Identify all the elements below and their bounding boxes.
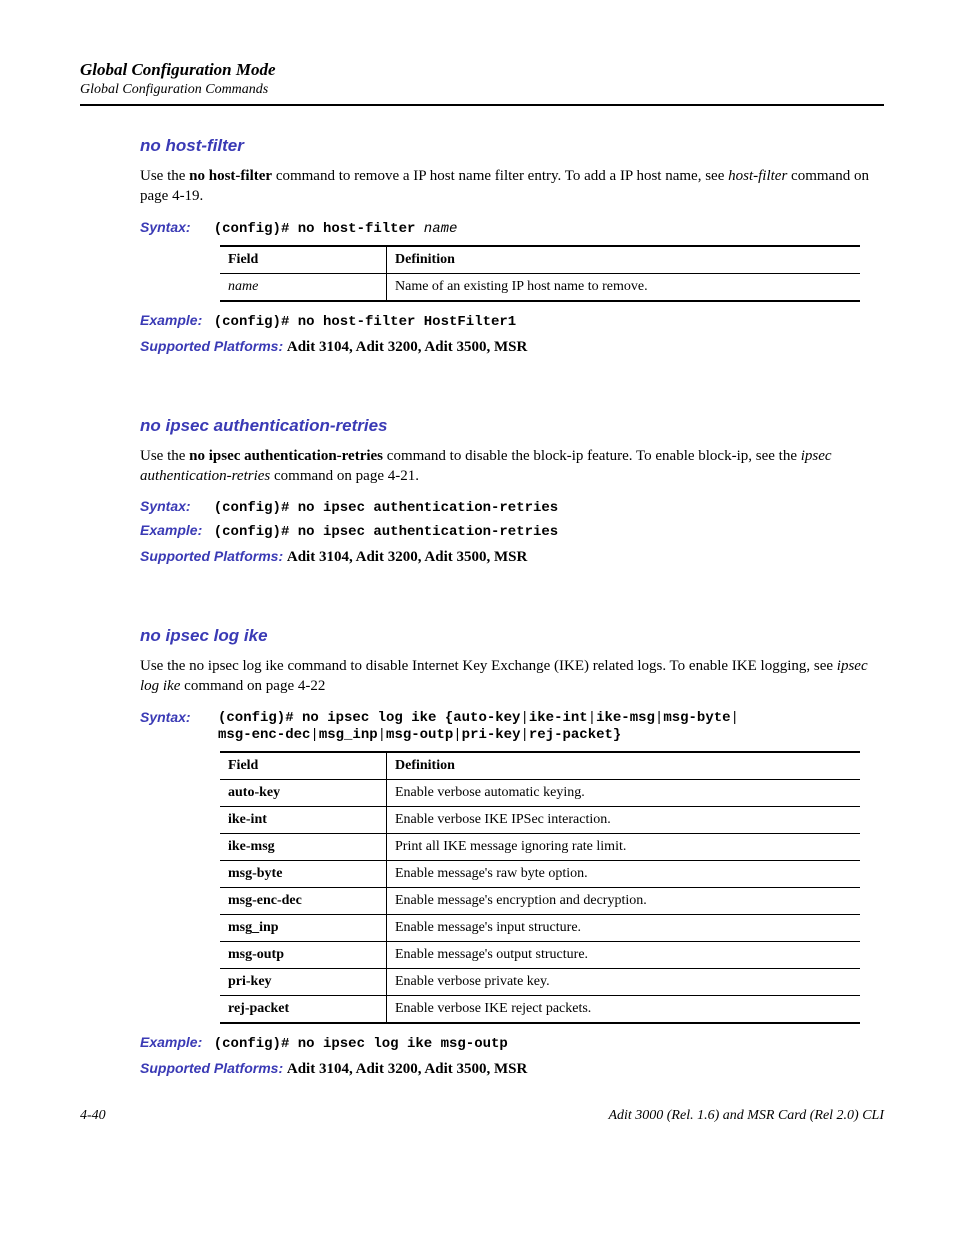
body-text: Use the no host-filter command to remove… xyxy=(140,166,884,207)
syntax-label: Syntax: xyxy=(140,219,210,235)
example-command: (config)# no ipsec log ike msg-outp xyxy=(214,1036,508,1052)
page-footer: 4-40 Adit 3000 (Rel. 1.6) and MSR Card (… xyxy=(80,1108,884,1124)
example-row: Example: (config)# no host-filter HostFi… xyxy=(140,312,884,330)
field-table: Field Definition name Name of an existin… xyxy=(220,245,860,302)
table-cell-field: msg-byte xyxy=(220,860,387,887)
table-cell-definition: Enable verbose private key. xyxy=(387,968,861,995)
table-cell-field: ike-msg xyxy=(220,833,387,860)
section-no-ipsec-auth-retries: no ipsec authentication-retries Use the … xyxy=(140,416,884,567)
table-cell-field: pri-key xyxy=(220,968,387,995)
table-cell-field: msg-outp xyxy=(220,941,387,968)
section-heading: no host-filter xyxy=(140,136,884,156)
platforms-row: Supported Platforms: Adit 3104, Adit 320… xyxy=(140,1060,884,1078)
table-cell-field: msg_inp xyxy=(220,914,387,941)
section-no-host-filter: no host-filter Use the no host-filter co… xyxy=(140,136,884,356)
table-cell-definition: Enable verbose IKE IPSec interaction. xyxy=(387,806,861,833)
table-header-field: Field xyxy=(220,246,387,274)
syntax-row: Syntax: (config)# no ipsec log ike {auto… xyxy=(140,709,884,743)
syntax-command: (config)# no host-filter xyxy=(214,221,424,237)
example-label: Example: xyxy=(140,522,210,538)
platforms-value: Adit 3104, Adit 3200, Adit 3500, MSR xyxy=(287,1061,527,1077)
section-heading: no ipsec log ike xyxy=(140,626,884,646)
header-rule xyxy=(80,104,884,106)
table-cell-definition: Print all IKE message ignoring rate limi… xyxy=(387,833,861,860)
section-no-ipsec-log-ike: no ipsec log ike Use the no ipsec log ik… xyxy=(140,626,884,1078)
platforms-label: Supported Platforms: xyxy=(140,1060,283,1076)
platforms-value: Adit 3104, Adit 3200, Adit 3500, MSR xyxy=(287,339,527,355)
example-row: Example: (config)# no ipsec log ike msg-… xyxy=(140,1034,884,1052)
body-text: Use the no ipsec log ike command to disa… xyxy=(140,656,884,697)
table-cell-definition: Name of an existing IP host name to remo… xyxy=(387,273,861,301)
platforms-row: Supported Platforms: Adit 3104, Adit 320… xyxy=(140,548,884,566)
table-cell-definition: Enable message's output structure. xyxy=(387,941,861,968)
table-header-field: Field xyxy=(220,752,387,780)
table-cell-definition: Enable message's input structure. xyxy=(387,914,861,941)
doc-title: Adit 3000 (Rel. 1.6) and MSR Card (Rel 2… xyxy=(608,1108,884,1124)
example-label: Example: xyxy=(140,1034,210,1050)
table-cell-field: msg-enc-dec xyxy=(220,887,387,914)
platforms-row: Supported Platforms: Adit 3104, Adit 320… xyxy=(140,338,884,356)
example-command: (config)# no ipsec authentication-retrie… xyxy=(214,524,558,540)
syntax-command: (config)# no ipsec authentication-retrie… xyxy=(214,500,558,516)
platforms-label: Supported Platforms: xyxy=(140,338,283,354)
body-text: Use the no ipsec authentication-retries … xyxy=(140,446,884,487)
syntax-command: (config)# no ipsec log ike {auto-key|ike… xyxy=(218,709,739,743)
syntax-arg: name xyxy=(424,221,458,237)
chapter-subtitle: Global Configuration Commands xyxy=(80,82,884,98)
table-cell-field: rej-packet xyxy=(220,995,387,1023)
example-label: Example: xyxy=(140,312,210,328)
table-cell-definition: Enable message's encryption and decrypti… xyxy=(387,887,861,914)
syntax-label: Syntax: xyxy=(140,498,210,514)
example-command: (config)# no host-filter HostFilter1 xyxy=(214,314,516,330)
section-heading: no ipsec authentication-retries xyxy=(140,416,884,436)
page-number: 4-40 xyxy=(80,1108,106,1124)
syntax-row: Syntax: (config)# no host-filter name xyxy=(140,219,884,237)
platforms-value: Adit 3104, Adit 3200, Adit 3500, MSR xyxy=(287,549,527,565)
table-cell-field: ike-int xyxy=(220,806,387,833)
platforms-label: Supported Platforms: xyxy=(140,548,283,564)
syntax-label: Syntax: xyxy=(140,709,210,725)
table-cell-field: auto-key xyxy=(220,779,387,806)
example-row: Example: (config)# no ipsec authenticati… xyxy=(140,522,884,540)
table-cell-field: name xyxy=(220,273,387,301)
table-cell-definition: Enable message's raw byte option. xyxy=(387,860,861,887)
page-header: Global Configuration Mode Global Configu… xyxy=(80,60,884,98)
table-header-definition: Definition xyxy=(387,752,861,780)
table-cell-definition: Enable verbose IKE reject packets. xyxy=(387,995,861,1023)
table-header-definition: Definition xyxy=(387,246,861,274)
table-cell-definition: Enable verbose automatic keying. xyxy=(387,779,861,806)
field-table: Field Definition auto-keyEnable verbose … xyxy=(220,751,860,1024)
syntax-row: Syntax: (config)# no ipsec authenticatio… xyxy=(140,498,884,516)
chapter-title: Global Configuration Mode xyxy=(80,60,884,80)
